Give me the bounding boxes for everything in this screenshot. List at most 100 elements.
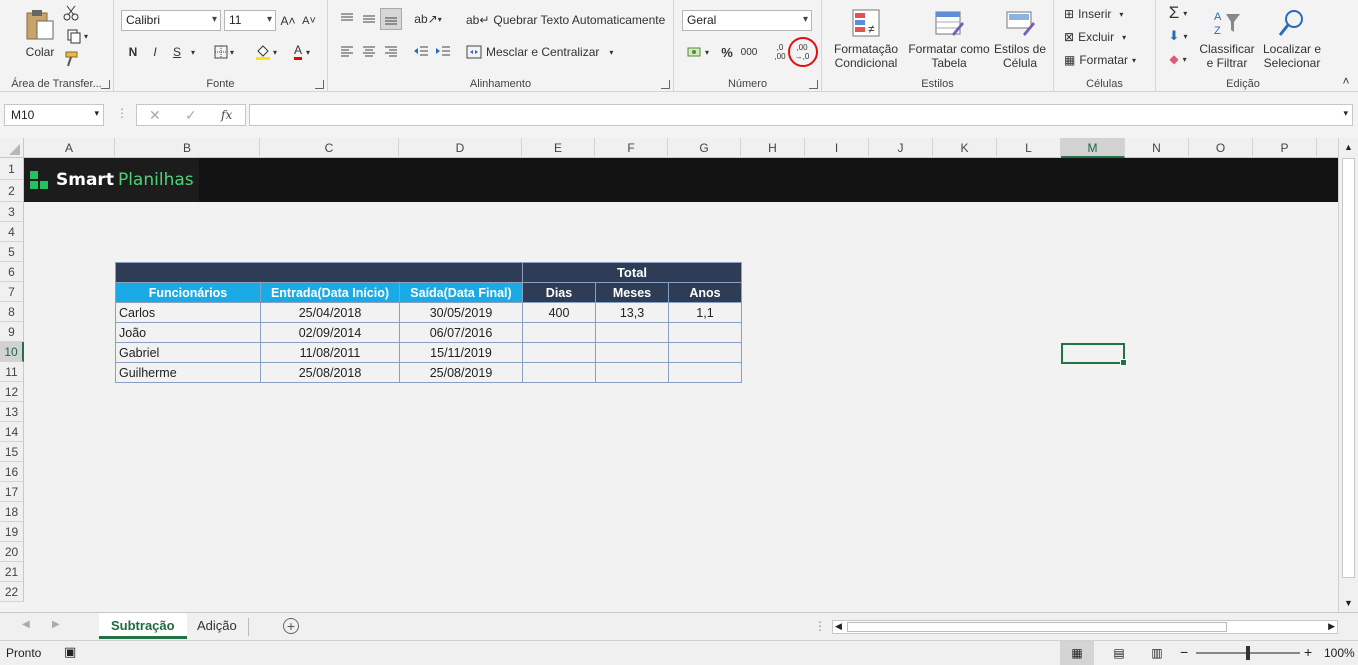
fill-color-button[interactable]: ▾ [252,42,280,62]
row-header[interactable]: 21 [0,562,24,582]
cell-employee[interactable]: João [115,322,261,343]
row-header[interactable]: 22 [0,582,24,602]
align-top-button[interactable] [338,10,356,28]
cell-start-date[interactable]: 11/08/2011 [260,342,400,363]
scroll-right-icon[interactable]: ▶ [1328,621,1335,632]
delete-cells-button[interactable]: ⊠ Excluir ▾ [1064,28,1150,46]
column-header[interactable]: A [24,138,115,158]
row-header[interactable]: 7 [0,282,24,302]
zoom-slider-thumb[interactable] [1246,646,1250,660]
increase-font-button[interactable]: A˄ [279,12,297,30]
merge-center-button[interactable]: Mesclar e Centralizar ▾ [466,42,666,62]
row-header[interactable]: 20 [0,542,24,562]
align-middle-button[interactable] [360,10,378,28]
fill-button[interactable]: ⬇ ▾ [1164,27,1192,45]
row-header[interactable]: 17 [0,482,24,502]
cell-years[interactable] [668,362,742,383]
decrease-font-button[interactable]: A˅ [300,12,318,30]
formula-input[interactable]: ▾ [249,104,1353,126]
cell-employee[interactable]: Carlos [115,302,261,323]
horizontal-scrollbar[interactable]: ◀ ▶ [832,620,1338,634]
row-header[interactable]: 19 [0,522,24,542]
clear-button[interactable]: ◆ ▾ [1164,50,1192,68]
percent-button[interactable]: % [718,42,736,62]
insert-function-button[interactable]: fx [221,108,232,122]
find-select-button[interactable]: Localizar e Selecionar [1258,4,1326,74]
borders-button[interactable]: ▾ [210,42,238,62]
align-right-button[interactable] [382,42,400,60]
tab-split-icon[interactable]: ⋮ [814,619,826,633]
cut-button[interactable] [62,4,80,22]
enter-icon[interactable]: ✓ [185,107,197,124]
row-header[interactable]: 14 [0,422,24,442]
row-header[interactable]: 18 [0,502,24,522]
paste-button[interactable]: Colar [22,6,58,62]
sort-filter-button[interactable]: AZ Classificar e Filtrar [1198,4,1256,74]
format-cells-button[interactable]: ▦ Formatar ▾ [1064,51,1150,69]
cell-years[interactable] [668,342,742,363]
row-header[interactable]: 4 [0,222,24,242]
prev-sheet-icon[interactable]: ◀ [22,619,30,630]
conditional-format-button[interactable]: ≠ Formatação Condicional [826,4,906,74]
zoom-out-button[interactable]: − [1180,644,1188,660]
cell-months[interactable]: 13,3 [595,302,669,323]
cell-styles-button[interactable]: Estilos de Célula [992,4,1048,74]
cell-days[interactable]: 400 [522,302,596,323]
scroll-up-icon[interactable]: ▲ [1344,142,1353,152]
column-header[interactable]: B [115,138,260,158]
cell-end-date[interactable]: 06/07/2016 [399,322,523,343]
page-layout-button[interactable]: ▤ [1104,641,1134,665]
clipboard-launcher[interactable] [101,80,110,89]
cell-start-date[interactable]: 02/09/2014 [260,322,400,343]
column-header[interactable]: C [260,138,399,158]
decrease-indent-button[interactable] [412,42,430,60]
increase-indent-button[interactable] [434,42,452,60]
column-header[interactable]: L [997,138,1061,158]
row-header[interactable]: 1 [0,158,24,180]
accounting-format-button[interactable]: ▾ [684,42,712,62]
cell-days[interactable] [522,322,596,343]
row-header[interactable]: 11 [0,362,24,382]
column-header[interactable]: J [869,138,933,158]
format-as-table-button[interactable]: Formatar como Tabela [906,4,992,74]
font-color-button[interactable]: A ▾ [288,42,316,62]
thousands-button[interactable]: 000 [738,42,760,62]
number-format-select[interactable]: Geral ▾ [682,10,812,31]
alignment-launcher[interactable] [661,80,670,89]
number-launcher[interactable] [809,80,818,89]
font-launcher[interactable] [315,80,324,89]
column-header[interactable]: P [1253,138,1317,158]
zoom-level[interactable]: 100% [1324,646,1355,660]
row-header[interactable]: 13 [0,402,24,422]
zoom-in-button[interactable]: + [1304,644,1312,660]
active-cell-selection[interactable] [1061,343,1127,366]
row-header[interactable]: 3 [0,202,24,222]
cell-months[interactable] [595,342,669,363]
cell-employee[interactable]: Guilherme [115,362,261,383]
align-bottom-button[interactable] [380,8,402,30]
next-sheet-icon[interactable]: ▶ [52,619,60,630]
cell-days[interactable] [522,342,596,363]
row-header-selected[interactable]: 10 [0,342,24,362]
bold-button[interactable]: N [124,42,142,62]
underline-dropdown[interactable]: ▾ [188,42,198,62]
cell-start-date[interactable]: 25/08/2018 [260,362,400,383]
insert-cells-button[interactable]: ⊞ Inserir ▾ [1064,5,1150,23]
cell-months[interactable] [595,362,669,383]
column-header[interactable]: I [805,138,869,158]
column-header[interactable]: O [1189,138,1253,158]
zoom-slider[interactable] [1196,646,1300,660]
cell-years[interactable]: 1,1 [668,302,742,323]
font-size-select[interactable]: 11 ▾ [224,10,276,31]
autosum-button[interactable]: Σ ▾ [1164,3,1192,22]
column-header[interactable]: K [933,138,997,158]
cell-employee[interactable]: Gabriel [115,342,261,363]
row-header[interactable]: 8 [0,302,24,322]
column-header[interactable]: F [595,138,668,158]
sheet-tab-subtracao[interactable]: Subtração [99,613,187,639]
row-header[interactable]: 16 [0,462,24,482]
wrap-text-button[interactable]: ab↵ Quebrar Texto Automaticamente [466,10,666,30]
column-header[interactable]: D [399,138,522,158]
cell-end-date[interactable]: 30/05/2019 [399,302,523,323]
column-header[interactable]: E [522,138,595,158]
